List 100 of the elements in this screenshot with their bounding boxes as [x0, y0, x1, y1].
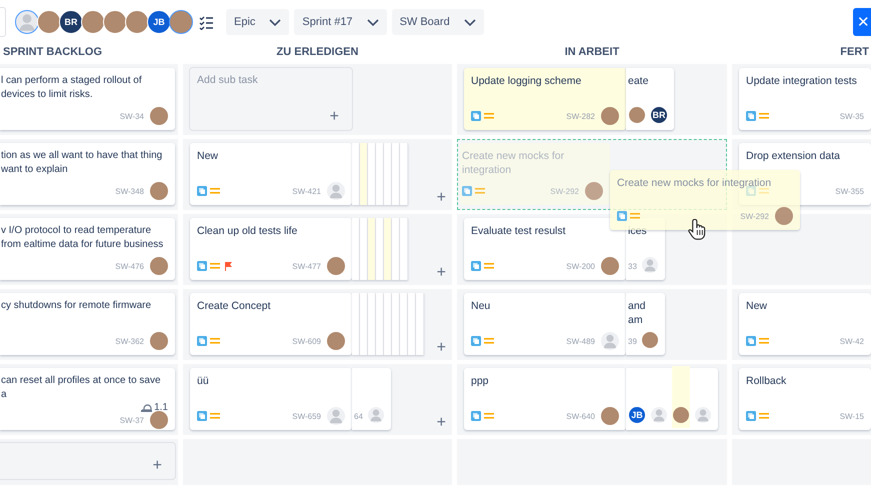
card-title: Create Concept — [197, 299, 272, 314]
issue-key[interactable]: SW-37 — [120, 416, 144, 424]
card-title: cy shutdowns for remote firmware — [1, 299, 152, 313]
task-card[interactable]: ppp SW-640 — [464, 368, 626, 430]
document-icon — [471, 336, 481, 346]
issue-key[interactable]: SW-609 — [292, 336, 321, 346]
document-icon — [746, 111, 756, 121]
add-button[interactable]: + — [430, 340, 452, 356]
add-button[interactable]: + — [430, 190, 452, 206]
search-field[interactable] — [0, 7, 6, 37]
close-button[interactable]: ✕ — [853, 8, 871, 36]
double-line-icon — [210, 336, 220, 346]
user-silhouette-icon — [368, 406, 384, 422]
issue-key[interactable]: SW-659 — [292, 412, 321, 420]
document-icon — [197, 186, 207, 196]
add-task-card[interactable]: Add sub task + — [190, 68, 352, 130]
task-card[interactable]: Clean up old tests life SW-477 — [190, 218, 352, 280]
card-title: New — [746, 299, 768, 314]
issue-key-fragment: 64 — [354, 412, 363, 420]
user-silhouette-icon — [601, 332, 619, 350]
task-card[interactable]: New SW-421 — [190, 143, 352, 205]
issue-key[interactable]: SW-421 — [292, 186, 321, 196]
document-icon — [462, 186, 472, 196]
issue-key[interactable]: SW-200 — [566, 262, 595, 270]
user-silhouette-icon — [651, 406, 667, 422]
card-title: Update logging scheme — [471, 74, 582, 89]
issue-key[interactable]: SW-355 — [835, 186, 864, 196]
issue-key[interactable]: SW-42 — [840, 336, 864, 346]
issue-key[interactable]: SW-476 — [115, 262, 144, 270]
card-title: Create new mocks for integration — [462, 149, 566, 178]
avatar[interactable]: JB — [147, 10, 171, 34]
task-card[interactable]: l can perform a staged rollout of devices to limit risks. SW-34 — [0, 68, 175, 130]
issue-key[interactable]: SW-362 — [115, 336, 144, 346]
avatar-photo-placeholder — [775, 207, 793, 225]
double-line-icon — [759, 411, 769, 421]
issue-key[interactable]: SW-640 — [566, 412, 595, 420]
add-button[interactable]: + — [324, 109, 345, 125]
issue-key-fragment: 39 — [628, 336, 637, 346]
card-title: ppp — [471, 374, 490, 389]
avatar-photo-placeholder — [150, 182, 168, 200]
card-title: Drop extension data — [746, 149, 841, 164]
checklist-icon[interactable] — [199, 14, 214, 30]
task-card[interactable]: tion as we all want to have that thing want to explain SW-348 — [0, 143, 175, 205]
avatar-photo-placeholder — [642, 332, 658, 348]
issue-key[interactable]: SW-282 — [566, 112, 595, 120]
card-title: Evaluate test resulst — [471, 224, 567, 239]
filter-dropdown[interactable]: Epic — [226, 9, 290, 35]
user-silhouette-icon — [327, 182, 345, 200]
task-card[interactable]: Update integration tests SW-35 — [739, 68, 871, 130]
column-header: IN ARBEIT — [564, 46, 620, 58]
estimate-value: 1.1 — [154, 402, 168, 413]
task-card[interactable]: Evaluate test resulst SW-200 — [464, 218, 626, 280]
task-card[interactable]: cy shutdowns for remote firmware SW-362 — [0, 293, 175, 355]
flag-icon — [223, 261, 233, 271]
issue-key[interactable]: SW-477 — [292, 262, 321, 270]
avatar-photo-placeholder — [601, 107, 619, 125]
avatar-photo-placeholder — [585, 182, 603, 200]
issue-key[interactable]: SW-348 — [115, 186, 144, 196]
chevron-icon — [366, 18, 379, 26]
issue-key[interactable]: SW-34 — [120, 112, 144, 120]
task-card[interactable]: üü SW-659 — [190, 368, 352, 430]
filter-dropdown[interactable]: Sprint #17 — [294, 9, 387, 35]
card-title-fragment: eate — [628, 74, 650, 88]
task-card[interactable]: Rollback SW-15 — [739, 368, 871, 430]
document-icon — [746, 411, 756, 421]
add-button[interactable]: + — [146, 458, 168, 474]
filter-dropdown[interactable]: SW Board — [392, 9, 484, 35]
task-card[interactable]: New SW-42 — [739, 293, 871, 355]
add-button[interactable]: + — [430, 265, 452, 281]
issue-key[interactable]: SW-489 — [566, 336, 595, 346]
double-line-icon — [484, 336, 494, 346]
card-title-fragment: am — [628, 313, 644, 327]
avatar-photo-placeholder — [601, 407, 619, 425]
task-card[interactable]: Update logging scheme SW-282 — [464, 68, 626, 130]
avatar[interactable]: BR — [59, 10, 83, 34]
card-title: Update integration tests — [746, 74, 858, 89]
task-card[interactable]: Create Concept SW-609 — [190, 293, 352, 355]
double-line-icon — [475, 186, 485, 196]
double-line-icon — [210, 261, 220, 271]
card-title: Clean up old tests life — [197, 224, 298, 239]
avatar-photo-placeholder[interactable] — [169, 10, 193, 34]
issue-key[interactable]: SW-15 — [840, 412, 864, 420]
stacked-card[interactable]: 64 — [352, 368, 391, 430]
double-line-icon — [484, 261, 494, 271]
task-card[interactable]: can reset all profiles at once to save a 1.1 SW-37 — [0, 368, 175, 430]
task-card[interactable]: v I/O protocol to read temperature from ealtime data for future business SW-476 — [0, 218, 175, 280]
card-title: can reset all profiles at once to save a — [1, 374, 162, 402]
issue-key-fragment: 33 — [628, 262, 637, 270]
card-title: New — [197, 149, 220, 164]
stacked-card[interactable]: JB — [626, 368, 718, 430]
stacked-card[interactable]: and am 39 — [626, 293, 665, 355]
add-button[interactable]: + — [430, 415, 452, 431]
task-card[interactable]: Neu SW-489 — [464, 293, 626, 355]
user-silhouette-icon[interactable] — [15, 10, 39, 34]
user-silhouette-icon — [642, 256, 658, 272]
avatar-photo-placeholder — [150, 332, 168, 350]
stacked-card[interactable]: eate BR — [626, 68, 674, 130]
avatar-photo-placeholder — [673, 406, 689, 422]
issue-key[interactable]: SW-35 — [840, 112, 864, 120]
chevron-icon — [464, 18, 476, 26]
